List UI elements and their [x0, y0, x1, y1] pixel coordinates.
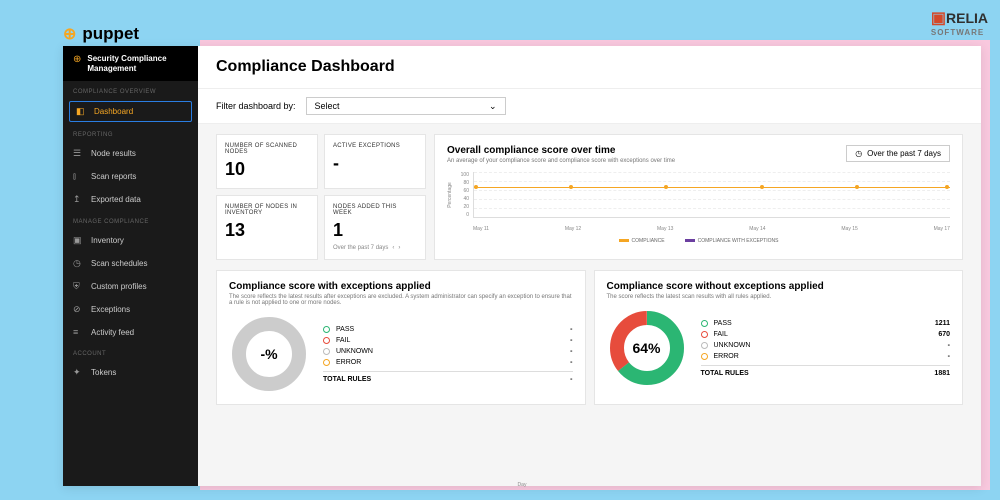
filter-row: Filter dashboard by: Select [198, 89, 981, 124]
time-range-label: Over the past 7 days [867, 149, 941, 158]
legend-compliance: COMPLIANCE [632, 238, 665, 244]
x-axis-label: Day [518, 482, 527, 486]
score-with-exceptions-card: Compliance score with exceptions applied… [216, 270, 586, 405]
legend-fail: FAIL [714, 331, 933, 338]
stat-active-exceptions: ACTIVE EXCEPTIONS - [324, 134, 426, 189]
sidebar-item-label: Exported data [91, 195, 141, 204]
stat-value: - [333, 153, 417, 174]
clock-icon: ◷ [73, 258, 83, 269]
legend-total: TOTAL RULES [323, 376, 564, 383]
score-title: Compliance score with exceptions applied [229, 281, 573, 292]
chart-subtitle: An average of your compliance score and … [447, 158, 675, 164]
dashboard-icon: ◧ [76, 106, 86, 117]
legend-pass: PASS [714, 320, 929, 327]
sidebar-item-label: Inventory [91, 236, 124, 245]
donut-chart-empty: -% [229, 314, 309, 394]
sidebar-item-tokens[interactable]: ✦ Tokens [63, 361, 198, 384]
sidebar-item-custom-profiles[interactable]: ⛨ Custom profiles [63, 275, 198, 298]
sidebar-title: Security Compliance Management [87, 54, 188, 73]
page-title: Compliance Dashboard [216, 58, 963, 76]
filter-label: Filter dashboard by: [216, 101, 296, 111]
chart-icon: ⫾ [73, 171, 83, 182]
legend-unknown: UNKNOWN [714, 342, 942, 349]
sidebar-item-label: Node results [91, 149, 136, 158]
overtime-chart-card: Overall compliance score over time An av… [434, 134, 963, 260]
sidebar-item-exceptions[interactable]: ⊘ Exceptions [63, 298, 198, 321]
sidebar-header: ⊕ Security Compliance Management [63, 46, 198, 81]
main: Compliance Dashboard Filter dashboard by… [198, 46, 981, 486]
sidebar: ⊕ Security Compliance Management COMPLIA… [63, 46, 198, 486]
score-without-exceptions-card: Compliance score without exceptions appl… [594, 270, 964, 405]
puppet-icon: ⊕ [73, 54, 81, 65]
legend-unknown: UNKNOWN [336, 348, 564, 355]
section-reporting: REPORTING [63, 124, 198, 142]
sidebar-item-label: Scan reports [91, 172, 136, 181]
feed-icon: ≡ [73, 327, 83, 337]
stat-value: 10 [225, 159, 309, 180]
line-chart: Percentage 100806040200 [447, 172, 950, 232]
stat-nodes-added: NODES ADDED THIS WEEK 1 Over the past 7 … [324, 195, 426, 260]
legend-pass: PASS [336, 326, 564, 333]
sidebar-item-dashboard[interactable]: ◧ Dashboard [69, 101, 192, 122]
donut-chart: 64% [607, 308, 687, 388]
section-account: ACCOUNT [63, 343, 198, 361]
sidebar-item-activity-feed[interactable]: ≡ Activity feed [63, 321, 198, 343]
sidebar-item-node-results[interactable]: ☰ Node results [63, 142, 198, 165]
section-overview: COMPLIANCE OVERVIEW [63, 81, 198, 99]
filter-select[interactable]: Select [306, 97, 506, 115]
app-window: ⊕ Security Compliance Management COMPLIA… [63, 46, 981, 486]
legend-error: ERROR [714, 353, 942, 360]
puppet-icon: ⊕ [63, 24, 76, 44]
next-icon[interactable]: › [398, 245, 400, 251]
score-subtitle: The score reflects the latest results af… [229, 294, 573, 306]
box-icon: ▣ [73, 235, 83, 246]
score-subtitle: The score reflects the latest scan resul… [607, 294, 951, 300]
exception-icon: ⊘ [73, 304, 83, 315]
sidebar-item-inventory[interactable]: ▣ Inventory [63, 229, 198, 252]
legend-fail: FAIL [336, 337, 564, 344]
sidebar-item-scan-schedules[interactable]: ◷ Scan schedules [63, 252, 198, 275]
sidebar-item-scan-reports[interactable]: ⫾ Scan reports [63, 165, 198, 188]
time-range-select[interactable]: ◷ Over the past 7 days [846, 145, 950, 162]
sidebar-item-label: Exceptions [91, 305, 130, 314]
stat-subtext: Over the past 7 days [333, 245, 388, 251]
list-icon: ☰ [73, 148, 83, 159]
stat-inventory-nodes: NUMBER OF NODES IN INVENTORY 13 [216, 195, 318, 260]
legend-error: ERROR [336, 359, 564, 366]
sidebar-item-label: Custom profiles [91, 282, 147, 291]
donut-value: 64% [632, 340, 660, 356]
chart-title: Overall compliance score over time [447, 145, 675, 156]
legend-total: TOTAL RULES [701, 370, 929, 377]
donut-value: -% [260, 346, 277, 362]
relia-logo: ▣RELIASOFTWARE [931, 8, 988, 37]
page-header: Compliance Dashboard [198, 46, 981, 89]
stat-label: ACTIVE EXCEPTIONS [333, 143, 417, 149]
stat-value: 13 [225, 220, 309, 241]
clock-icon: ◷ [855, 149, 862, 158]
stat-scanned-nodes: NUMBER OF SCANNED NODES 10 [216, 134, 318, 189]
section-manage: MANAGE COMPLIANCE [63, 211, 198, 229]
key-icon: ✦ [73, 367, 83, 378]
sidebar-item-label: Scan schedules [91, 259, 147, 268]
puppet-logo: ⊕ puppet [63, 24, 139, 44]
stat-label: NUMBER OF SCANNED NODES [225, 143, 309, 155]
sidebar-item-label: Activity feed [91, 328, 134, 337]
sidebar-item-label: Dashboard [94, 107, 133, 116]
prev-icon[interactable]: ‹ [392, 245, 394, 251]
stat-label: NUMBER OF NODES IN INVENTORY [225, 204, 309, 216]
upload-icon: ↥ [73, 194, 83, 205]
stat-label: NODES ADDED THIS WEEK [333, 204, 417, 216]
score-title: Compliance score without exceptions appl… [607, 281, 951, 292]
sidebar-item-label: Tokens [91, 368, 116, 377]
stat-value: 1 [333, 220, 417, 241]
legend-exceptions: COMPLIANCE WITH EXCEPTIONS [698, 238, 779, 244]
shield-icon: ⛨ [73, 281, 83, 292]
sidebar-item-exported-data[interactable]: ↥ Exported data [63, 188, 198, 211]
